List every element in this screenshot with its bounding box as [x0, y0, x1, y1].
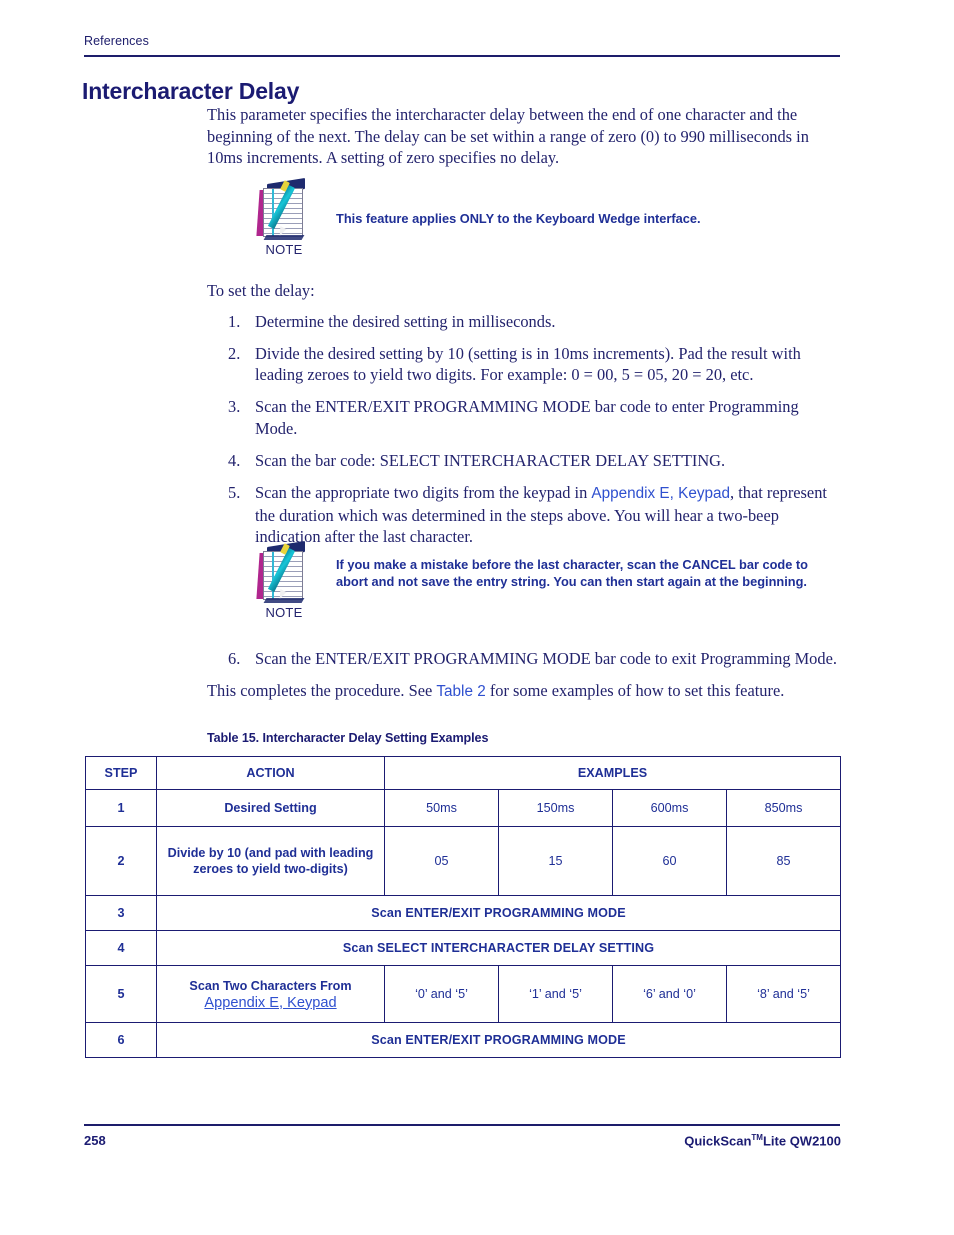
row-1-example-4: 850ms: [726, 789, 841, 827]
footer-product-brand: QuickScan: [684, 1133, 752, 1149]
procedure-block: To set the delay: 1. Determine the desir…: [207, 280, 841, 558]
step-item-2: 2. Divide the desired setting by 10 (set…: [207, 343, 841, 386]
table-caption: Table 15. Intercharacter Delay Setting E…: [207, 731, 489, 745]
step-item-5: 5. Scan the appropriate two digits from t…: [207, 482, 841, 547]
row-5-example-3: ‘6’ and ‘0’: [612, 965, 727, 1023]
row-3-step: 3: [85, 895, 157, 931]
row-1-example-2: 150ms: [498, 789, 613, 827]
step-number-4: 4.: [228, 450, 241, 470]
row-3-full: Scan ENTER/EXIT PROGRAMMING MODE: [156, 895, 841, 931]
intro-paragraph: This parameter specifies the intercharac…: [207, 105, 809, 167]
note-text-1: This feature applies ONLY to the Keyboar…: [336, 211, 701, 226]
table-header-action: ACTION: [156, 756, 385, 790]
row-1-example-3: 600ms: [612, 789, 727, 827]
row-5-example-2: ‘1’ and ‘5’: [498, 965, 613, 1023]
row-1-action: Desired Setting: [156, 789, 385, 827]
table-header-examples: EXAMPLES: [384, 756, 841, 790]
row-5-example-1: ‘0’ and ‘5’: [384, 965, 499, 1023]
appendix-e-keypad-link[interactable]: Appendix E, Keypad: [591, 485, 730, 502]
row-5-example-4: ‘8’ and ‘5’: [726, 965, 841, 1023]
page-title: Intercharacter Delay: [82, 78, 300, 105]
step-text-3: Scan the ENTER/EXIT PROGRAMMING MODE bar…: [255, 397, 799, 438]
step-number-2: 2.: [228, 343, 241, 363]
header-divider: [84, 55, 840, 57]
footer-divider: [84, 1124, 840, 1126]
closing-text-after: for some examples of how to set this fea…: [485, 681, 785, 701]
row-5-action-text: Scan Two Characters From: [189, 978, 352, 993]
row-2-example-3: 60: [612, 826, 727, 896]
document-page: References Intercharacter Delay This par…: [0, 0, 954, 1235]
closing-text-before: This completes the procedure. See: [207, 681, 437, 701]
note-icon-2: NOTE: [248, 540, 320, 620]
row-6-full: Scan ENTER/EXIT PROGRAMMING MODE: [156, 1022, 841, 1058]
row-5-step: 5: [85, 965, 157, 1023]
table-row: 6 Scan ENTER/EXIT PROGRAMMING MODE: [85, 1022, 841, 1058]
notepad-shadow-icon: [263, 598, 305, 603]
intro-block: This parameter specifies the intercharac…: [207, 104, 841, 173]
row-2-example-2: 15: [498, 826, 613, 896]
row-4-step: 4: [85, 930, 157, 966]
step-number-1: 1.: [228, 311, 241, 331]
table-row: 3 Scan ENTER/EXIT PROGRAMMING MODE: [85, 895, 841, 931]
footer-product-name: QuickScanTMLite QW2100: [684, 1133, 841, 1148]
row-1-step: 1: [85, 789, 157, 827]
notepad-pencil-icon: [256, 540, 312, 603]
step-text-2: Divide the desired setting by 10 (settin…: [255, 343, 801, 385]
table-row: 4 Scan SELECT INTERCHARACTER DELAY SETTI…: [85, 930, 841, 966]
row-2-step: 2: [85, 826, 157, 896]
note-icon-1: NOTE: [248, 177, 320, 257]
row-2-example-4: 85: [726, 826, 841, 896]
table-header-step: STEP: [85, 756, 157, 790]
footer-trademark-symbol: TM: [751, 1133, 763, 1142]
note-label-2: NOTE: [265, 605, 303, 620]
step-text-5-before: Scan the appropriate two digits from the…: [255, 483, 592, 503]
footer-page-number: 258: [84, 1133, 106, 1148]
closing-paragraph: This completes the procedure. See Table …: [207, 680, 841, 703]
step-text-6: Scan the ENTER/EXIT PROGRAMMING MODE bar…: [255, 649, 837, 668]
procedure-block-2: 6. Scan the ENTER/EXIT PROGRAMMING MODE …: [207, 648, 841, 707]
row-6-step: 6: [85, 1022, 157, 1058]
row-2-example-1: 05: [384, 826, 499, 896]
step-number-6: 6.: [228, 649, 241, 668]
notepad-shadow-icon: [263, 235, 305, 240]
row-5-appendix-e-keypad-link[interactable]: Appendix E, Keypad: [163, 995, 378, 1011]
table-row: 5 Scan Two Characters From Appendix E, Ke…: [85, 965, 841, 1023]
row-1-example-1: 50ms: [384, 789, 499, 827]
table-header-row: STEP ACTION EXAMPLES: [85, 756, 841, 790]
step-item-4: 4. Scan the bar code: SELECT INTERCHARAC…: [207, 450, 841, 471]
row-5-action: Scan Two Characters From Appendix E, Keyp…: [156, 965, 385, 1023]
step-item-1: 1. Determine the desired setting in mill…: [207, 311, 841, 332]
to-set-delay-lead: To set the delay:: [207, 281, 315, 300]
step-item-3: 3. Scan the ENTER/EXIT PROGRAMMING MODE …: [207, 396, 841, 439]
footer-product-model: Lite QW2100: [762, 1133, 841, 1149]
note-text-2: If you make a mistake before the last ch…: [336, 557, 808, 590]
step-item-6: 6. Scan the ENTER/EXIT PROGRAMMING MODE …: [207, 648, 841, 669]
table-2-link[interactable]: Table 2: [436, 683, 485, 700]
row-4-full: Scan SELECT INTERCHARACTER DELAY SETTING: [156, 930, 841, 966]
running-header: References: [84, 34, 149, 48]
step-text-4: Scan the bar code: SELECT INTERCHARACTER…: [255, 450, 726, 470]
row-2-action: Divide by 10 (and pad with leading zeroe…: [156, 826, 385, 896]
steps-list-2: 6. Scan the ENTER/EXIT PROGRAMMING MODE …: [207, 648, 841, 669]
intercharacter-delay-table: STEP ACTION EXAMPLES 1 Desired Setting 5…: [85, 756, 841, 1058]
note-label-1: NOTE: [265, 242, 303, 257]
table-row: 1 Desired Setting 50ms 150ms 600ms 850ms: [85, 789, 841, 827]
step-number-5: 5.: [228, 483, 241, 503]
step-number-3: 3.: [228, 397, 241, 417]
steps-list-1: 1. Determine the desired setting in mill…: [207, 311, 841, 548]
step-text-1: Determine the desired setting in millise…: [255, 311, 556, 331]
table-row: 2 Divide by 10 (and pad with leading zer…: [85, 826, 841, 896]
notepad-pencil-icon: [256, 177, 312, 240]
